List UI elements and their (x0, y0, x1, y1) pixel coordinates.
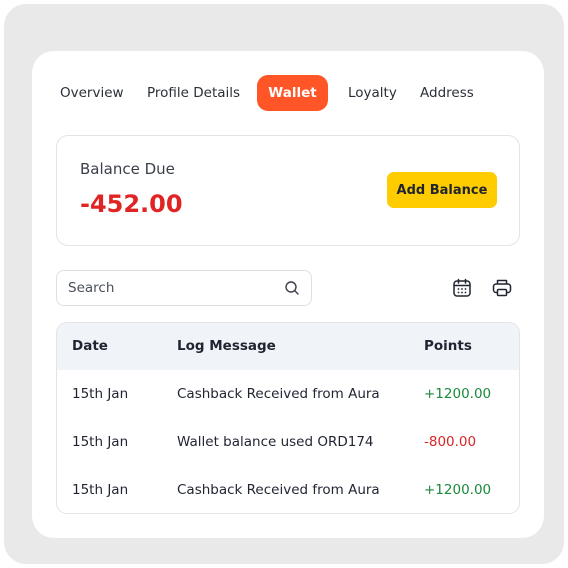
table-header: Date Log Message Points (57, 323, 519, 370)
row-log-message: Cashback Received from Aura (177, 482, 380, 498)
calendar-icon[interactable] (451, 277, 473, 299)
wallet-log-table: Date Log Message Points 15th Jan Cashbac… (56, 322, 520, 514)
row-points: +1200.00 (424, 386, 492, 402)
tab-address[interactable]: Address (420, 75, 474, 111)
table-row: 15th Jan Wallet balance used ORD174 -800… (57, 418, 519, 466)
table-row: 15th Jan Cashback Received from Aura +12… (57, 370, 519, 418)
row-log-message: Cashback Received from Aura (177, 386, 380, 402)
page-background: Overview Profile Details Wallet Loyalty … (4, 4, 564, 564)
search-input[interactable] (68, 271, 278, 305)
printer-icon[interactable] (491, 277, 513, 299)
balance-label: Balance Due (80, 160, 175, 178)
table-row: 15th Jan Cashback Received from Aura +12… (57, 466, 519, 513)
tab-profile-details[interactable]: Profile Details (147, 75, 240, 111)
tab-overview[interactable]: Overview (60, 75, 124, 111)
row-date: 15th Jan (72, 434, 129, 450)
search-icon[interactable] (284, 280, 300, 296)
row-date: 15th Jan (72, 386, 129, 402)
column-header-date: Date (72, 338, 108, 354)
profile-tabs: Overview Profile Details Wallet Loyalty … (32, 75, 544, 111)
row-date: 15th Jan (72, 482, 129, 498)
search-box (56, 270, 312, 306)
balance-panel: Balance Due -452.00 Add Balance (56, 135, 520, 246)
column-header-points: Points (424, 338, 472, 354)
tab-wallet[interactable]: Wallet (257, 75, 328, 111)
row-points: +1200.00 (424, 482, 492, 498)
wallet-card: Overview Profile Details Wallet Loyalty … (32, 51, 544, 538)
row-points: -800.00 (424, 434, 477, 450)
add-balance-button[interactable]: Add Balance (387, 172, 497, 208)
row-log-message: Wallet balance used ORD174 (177, 434, 374, 450)
balance-value: -452.00 (80, 190, 183, 218)
column-header-log-message: Log Message (177, 338, 276, 354)
tab-loyalty[interactable]: Loyalty (348, 75, 397, 111)
